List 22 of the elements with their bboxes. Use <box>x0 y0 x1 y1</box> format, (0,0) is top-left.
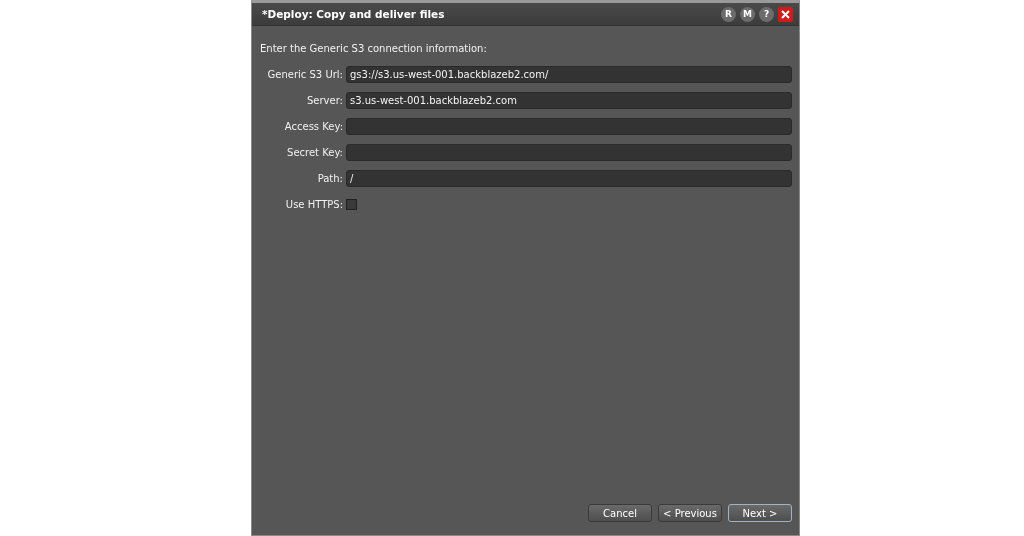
field-label: Use HTTPS: <box>284 199 343 210</box>
input-field[interactable] <box>346 118 792 135</box>
input-field[interactable] <box>346 144 792 161</box>
instruction-text: Enter the Generic S3 connection information: <box>260 43 488 54</box>
dialog-button[interactable]: Next > <box>728 504 792 522</box>
title-button[interactable]: R <box>721 6 736 22</box>
field-label: Path: <box>316 173 343 184</box>
checkbox[interactable] <box>346 199 357 210</box>
dialog-button[interactable]: < Previous <box>658 504 722 522</box>
title-button[interactable]: M <box>740 6 755 22</box>
window-title: *Deploy: Copy and deliver files <box>262 8 446 20</box>
field-label: Generic S3 Url: <box>266 69 343 80</box>
close-button[interactable] <box>778 6 793 22</box>
dialog-button[interactable]: Cancel <box>588 504 652 522</box>
input-field[interactable]: s3.us-west-001.backblazeb2.com <box>346 92 792 109</box>
title-button[interactable]: ? <box>759 6 774 22</box>
field-label: Server: <box>306 95 343 106</box>
field-label: Access Key: <box>283 121 343 132</box>
input-field[interactable]: gs3://s3.us-west-001.backblazeb2.com/ <box>346 66 792 83</box>
field-label: Secret Key: <box>286 147 343 158</box>
close-icon <box>781 9 790 19</box>
input-field[interactable]: / <box>346 170 792 187</box>
